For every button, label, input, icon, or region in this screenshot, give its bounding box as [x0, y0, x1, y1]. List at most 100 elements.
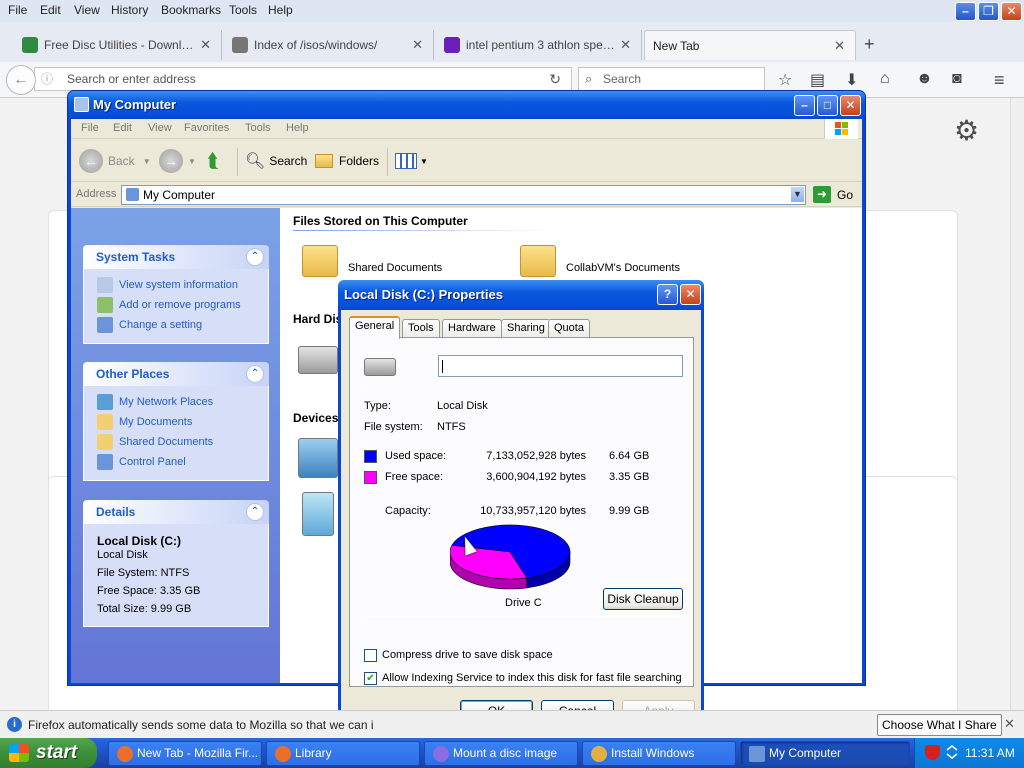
floppy-drive-icon[interactable] [298, 438, 338, 478]
change-setting-link[interactable]: Change a setting [84, 315, 268, 335]
collapse-icon[interactable]: ⌃ [246, 503, 264, 521]
shared-documents-link[interactable]: Shared Documents [84, 432, 268, 452]
hamburger-menu-icon[interactable]: ≡ [994, 70, 1005, 91]
collabvm-documents-label[interactable]: CollabVM's Documents [566, 262, 680, 274]
search-button[interactable]: 🔍︎ Search [245, 148, 307, 174]
views-button[interactable]: ▼ [395, 148, 428, 174]
menu-view[interactable]: View [74, 3, 100, 17]
reading-list-icon[interactable]: ▤ [810, 70, 825, 90]
menu-edit[interactable]: Edit [113, 122, 132, 134]
disk-cleanup-button[interactable]: Disk Cleanup [603, 588, 683, 610]
my-network-places-link[interactable]: My Network Places [84, 392, 268, 412]
shared-documents-label[interactable]: Shared Documents [348, 262, 442, 274]
tab-index-isos[interactable]: Index of /isos/windows/ ✕ [224, 30, 434, 60]
minimize-button[interactable]: – [955, 2, 976, 21]
tab-close-icon[interactable]: ✕ [412, 37, 423, 53]
close-button[interactable]: ✕ [840, 95, 861, 116]
gear-icon[interactable]: ⚙ [954, 114, 979, 147]
menu-help[interactable]: Help [286, 122, 309, 134]
view-system-information-link[interactable]: View system information [84, 275, 268, 295]
taskbar-button-install-windows[interactable]: Install Windows [582, 741, 736, 766]
tab-sharing[interactable]: Sharing [501, 319, 551, 338]
collapse-icon[interactable]: ⌃ [246, 365, 264, 383]
security-shield-icon[interactable] [925, 745, 940, 760]
menu-help[interactable]: Help [268, 3, 293, 17]
drive-label-input[interactable] [438, 355, 683, 377]
menu-view[interactable]: View [148, 122, 172, 134]
menu-history[interactable]: History [111, 3, 148, 17]
indexing-checkbox[interactable]: ✔ [364, 672, 377, 685]
help-button[interactable]: ? [657, 284, 678, 305]
tab-general[interactable]: General [349, 316, 401, 339]
address-dropdown-button[interactable]: ▼ [790, 186, 805, 203]
site-info-icon[interactable]: ⓘ [41, 68, 53, 90]
collapse-icon[interactable]: ⌃ [246, 248, 264, 266]
back-button[interactable]: ← [6, 65, 36, 95]
my-documents-link[interactable]: My Documents [84, 412, 268, 432]
collabvm-documents-folder-icon[interactable] [520, 245, 556, 277]
menu-favorites[interactable]: Favorites [184, 122, 229, 134]
start-button[interactable]: start [0, 738, 97, 768]
page-scrollbar[interactable] [1010, 98, 1024, 710]
hello-icon[interactable]: ☻ [916, 70, 933, 88]
tab-close-icon[interactable]: ✕ [834, 38, 845, 54]
new-tab-button[interactable]: + [864, 34, 875, 55]
tab-quota[interactable]: Quota [548, 319, 590, 338]
tab-free-disc-utilities[interactable]: Free Disc Utilities - Download ... ✕ [14, 30, 222, 60]
menu-file[interactable]: File [81, 122, 99, 134]
maximize-button[interactable]: □ [817, 95, 838, 116]
taskbar-button-mount-disc[interactable]: Mount a disc image [424, 741, 578, 766]
close-icon[interactable]: ✕ [1004, 716, 1015, 732]
tab-close-icon[interactable]: ✕ [200, 37, 211, 53]
pocket-icon[interactable]: ◙ [952, 70, 962, 88]
url-bar[interactable]: ⓘ Search or enter address ↻ [34, 67, 572, 91]
control-panel-link[interactable]: Control Panel [84, 452, 268, 472]
home-icon[interactable]: ⌂ [880, 70, 890, 88]
panel-header[interactable]: Other Places ⌃ [83, 362, 269, 386]
forward-button[interactable]: → ▼ [159, 148, 196, 174]
dialog-titlebar[interactable]: Local Disk (C:) Properties ? ✕ [338, 280, 704, 310]
minimize-button[interactable]: – [794, 95, 815, 116]
taskbar-button-new-tab[interactable]: New Tab - Mozilla Fir... [108, 741, 262, 766]
cd-drive-icon[interactable] [302, 492, 334, 536]
address-input[interactable]: My Computer [121, 185, 806, 205]
go-button[interactable]: ➜ Go [813, 186, 853, 203]
search-box[interactable]: ⌕ Search [578, 67, 765, 91]
panel-header[interactable]: System Tasks ⌃ [83, 245, 269, 269]
free-space-gb: 3.35 GB [609, 471, 650, 483]
menu-tools[interactable]: Tools [245, 122, 271, 134]
folders-button[interactable]: Folders [315, 148, 379, 174]
menu-tools[interactable]: Tools [229, 3, 257, 17]
taskbar-label: Install Windows [611, 746, 695, 760]
free-space-bytes: 3,600,904,192 bytes [486, 471, 586, 483]
panel-header[interactable]: Details ⌃ [83, 500, 269, 524]
back-button[interactable]: ← Back ▼ [79, 148, 151, 174]
tab-tools[interactable]: Tools [402, 319, 440, 338]
bookmark-star-icon[interactable]: ☆ [778, 70, 792, 90]
choose-what-i-share-button[interactable]: Choose What I Share [877, 714, 1002, 736]
add-remove-programs-link[interactable]: Add or remove programs [84, 295, 268, 315]
close-button[interactable]: ✕ [1001, 2, 1022, 21]
menu-edit[interactable]: Edit [40, 3, 61, 17]
menu-file[interactable]: File [8, 3, 27, 17]
explorer-titlebar[interactable]: My Computer – □ ✕ [68, 91, 865, 119]
reload-icon[interactable]: ↻ [549, 68, 561, 90]
downloads-icon[interactable]: ⬇ [845, 70, 858, 90]
network-arrows-icon[interactable] [945, 745, 959, 759]
restore-button[interactable]: ❐ [978, 2, 999, 21]
taskbar-button-library[interactable]: Library [266, 741, 420, 766]
local-disk-icon[interactable] [298, 346, 338, 374]
shared-documents-folder-icon[interactable] [302, 245, 338, 277]
taskbar-button-my-computer[interactable]: My Computer [740, 741, 910, 766]
indexing-label[interactable]: Allow Indexing Service to index this dis… [382, 672, 682, 684]
compress-checkbox[interactable] [364, 649, 377, 662]
tab-close-icon[interactable]: ✕ [620, 37, 631, 53]
tab-intel-pentium[interactable]: intel pentium 3 athlon specs - ... ✕ [436, 30, 642, 60]
compress-label[interactable]: Compress drive to save disk space [382, 649, 553, 661]
close-button[interactable]: ✕ [680, 284, 701, 305]
up-folder-button[interactable]: ⮬ [207, 148, 219, 174]
tab-hardware[interactable]: Hardware [442, 319, 502, 338]
menu-bookmarks[interactable]: Bookmarks [161, 3, 221, 17]
tab-new-tab[interactable]: New Tab ✕ [644, 30, 856, 60]
tab-favicon-icon [22, 37, 38, 53]
